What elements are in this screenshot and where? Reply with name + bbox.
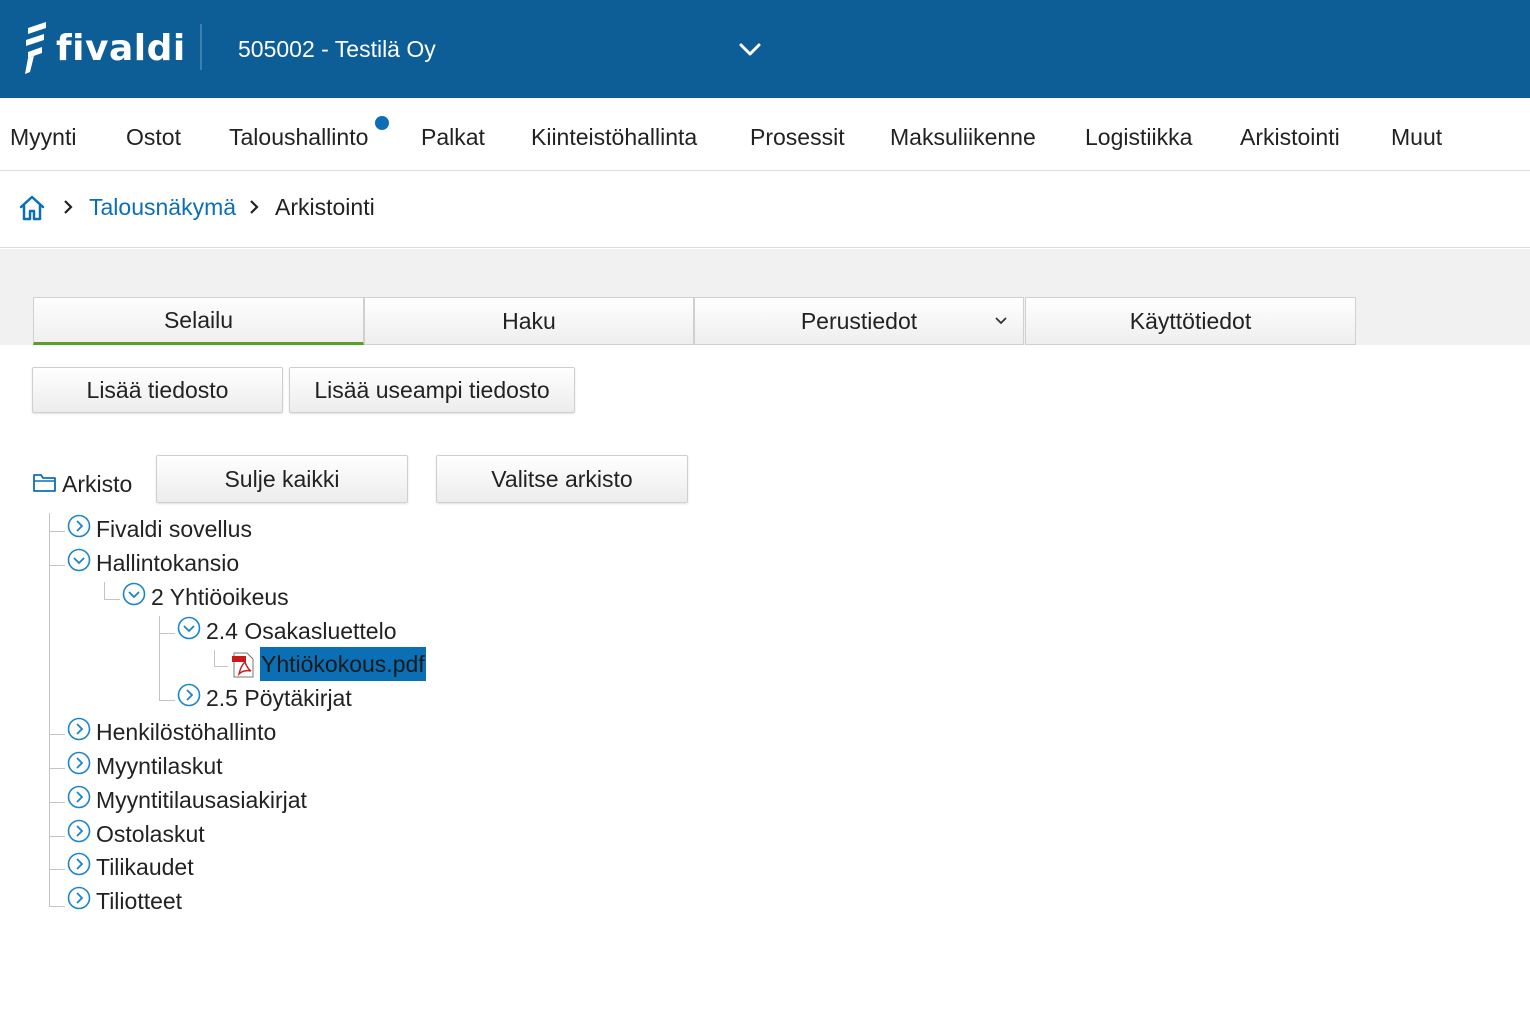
- nav-item-prosessit[interactable]: Prosessit: [750, 124, 845, 151]
- breadcrumb-link-talousnakyma[interactable]: Talousnäkymä: [89, 194, 236, 221]
- button-label: Lisää tiedosto: [86, 376, 229, 403]
- fivaldi-logo-icon: [25, 22, 46, 74]
- tree-guide-line: [49, 768, 65, 769]
- chevron-down-icon: [995, 317, 1007, 325]
- pdf-file-icon: [232, 652, 254, 678]
- main-nav: Myynti Ostot Taloushallinto Palkat Kiint…: [0, 98, 1530, 171]
- tab-label: Käyttötiedot: [1129, 307, 1252, 334]
- tree-guide-line: [49, 565, 65, 566]
- tree-guide-line: [49, 734, 65, 735]
- expand-icon[interactable]: [67, 819, 91, 843]
- collapse-icon[interactable]: [177, 616, 201, 640]
- tree-node-poytakirjat[interactable]: 2.5 Pöytäkirjat: [206, 685, 352, 712]
- tree-root-label[interactable]: Arkisto: [62, 471, 132, 498]
- add-file-button[interactable]: Lisää tiedosto: [32, 367, 283, 413]
- expand-icon[interactable]: [67, 852, 91, 876]
- tree-node-file-yhtiokokous[interactable]: Yhtiökokous.pdf: [260, 647, 426, 681]
- add-multiple-files-button[interactable]: Lisää useampi tiedosto: [289, 367, 575, 413]
- tree-guide-line: [159, 633, 175, 634]
- tree-node-ostolaskut[interactable]: Ostolaskut: [96, 821, 205, 848]
- tab-kayttotiedot[interactable]: Käyttötiedot: [1025, 297, 1356, 345]
- close-all-button[interactable]: Sulje kaikki: [156, 455, 408, 503]
- expand-icon[interactable]: [67, 785, 91, 809]
- tree-node-henkilostohallinto[interactable]: Henkilöstöhallinto: [96, 719, 276, 746]
- company-name[interactable]: 505002 - Testilä Oy: [238, 36, 436, 63]
- tree-guide-line: [159, 616, 160, 701]
- tree-guide-line: [49, 531, 65, 532]
- tree-node-osakasluettelo[interactable]: 2.4 Osakasluettelo: [206, 618, 397, 645]
- button-label: Sulje kaikki: [224, 465, 340, 492]
- tree-node-hallintokansio[interactable]: Hallintokansio: [96, 550, 239, 577]
- content-panel: [10, 345, 1530, 1021]
- tree-guide-line: [159, 700, 175, 701]
- chevron-down-icon[interactable]: [736, 36, 764, 64]
- expand-icon[interactable]: [177, 683, 201, 707]
- tree-guide-line: [104, 599, 120, 600]
- tab-label: Selailu: [163, 306, 234, 333]
- button-label: Valitse arkisto: [491, 465, 633, 492]
- folder-open-icon: [33, 474, 56, 492]
- nav-item-kiinteistohallinta[interactable]: Kiinteistöhallinta: [531, 124, 697, 151]
- tree-node-tiliotteet[interactable]: Tiliotteet: [96, 888, 182, 915]
- tree-node-fivaldi-sovellus[interactable]: Fivaldi sovellus: [96, 516, 252, 543]
- header-divider: [200, 24, 202, 70]
- tree-node-yhtiooikeus[interactable]: 2 Yhtiöoikeus: [151, 584, 289, 611]
- tree-guide-line: [49, 869, 65, 870]
- tree-guide-line: [49, 513, 50, 907]
- tab-perustiedot[interactable]: Perustiedot: [694, 297, 1024, 345]
- expand-icon[interactable]: [67, 717, 91, 741]
- tree-guide-line: [214, 650, 215, 666]
- breadcrumb-current: Arkistointi: [275, 194, 375, 220]
- chevron-right-icon: [250, 200, 259, 214]
- nav-item-ostot[interactable]: Ostot: [126, 124, 181, 151]
- collapse-icon[interactable]: [67, 548, 91, 572]
- expand-icon[interactable]: [67, 514, 91, 538]
- select-archive-button[interactable]: Valitse arkisto: [436, 455, 688, 503]
- tab-selailu[interactable]: Selailu: [33, 297, 364, 345]
- logo-text: fivaldi: [56, 27, 186, 69]
- chevron-right-icon: [64, 200, 73, 214]
- nav-item-arkistointi[interactable]: Arkistointi: [1240, 124, 1340, 151]
- nav-item-myynti[interactable]: Myynti: [10, 124, 76, 151]
- tab-label: Haku: [502, 307, 556, 334]
- home-icon[interactable]: [18, 194, 46, 222]
- tree-node-myyntilaskut[interactable]: Myyntilaskut: [96, 753, 223, 780]
- tab-label: Perustiedot: [800, 307, 918, 334]
- fivaldi-logo[interactable]: fivaldi: [22, 18, 186, 78]
- nav-item-logistiikka[interactable]: Logistiikka: [1085, 124, 1192, 151]
- collapse-icon[interactable]: [122, 582, 146, 606]
- tree-guide-line: [49, 802, 65, 803]
- notification-dot: [375, 116, 389, 130]
- tree-node-tilikaudet[interactable]: Tilikaudet: [96, 854, 194, 881]
- nav-item-taloushallinto[interactable]: Taloushallinto: [229, 124, 368, 151]
- tab-haku[interactable]: Haku: [364, 297, 694, 345]
- nav-item-maksuliikenne[interactable]: Maksuliikenne: [890, 124, 1036, 151]
- top-header: fivaldi 505002 - Testilä Oy: [0, 0, 1530, 98]
- tree-guide-line: [49, 906, 65, 907]
- expand-icon[interactable]: [67, 886, 91, 910]
- expand-icon[interactable]: [67, 751, 91, 775]
- tree-guide-line: [104, 582, 105, 600]
- tree-guide-line: [49, 836, 65, 837]
- tree-node-myyntitilausasiakirjat[interactable]: Myyntitilausasiakirjat: [96, 787, 307, 814]
- tree-guide-line: [214, 666, 228, 667]
- nav-item-palkat[interactable]: Palkat: [421, 124, 485, 151]
- nav-item-muut[interactable]: Muut: [1391, 124, 1442, 151]
- button-label: Lisää useampi tiedosto: [314, 376, 550, 403]
